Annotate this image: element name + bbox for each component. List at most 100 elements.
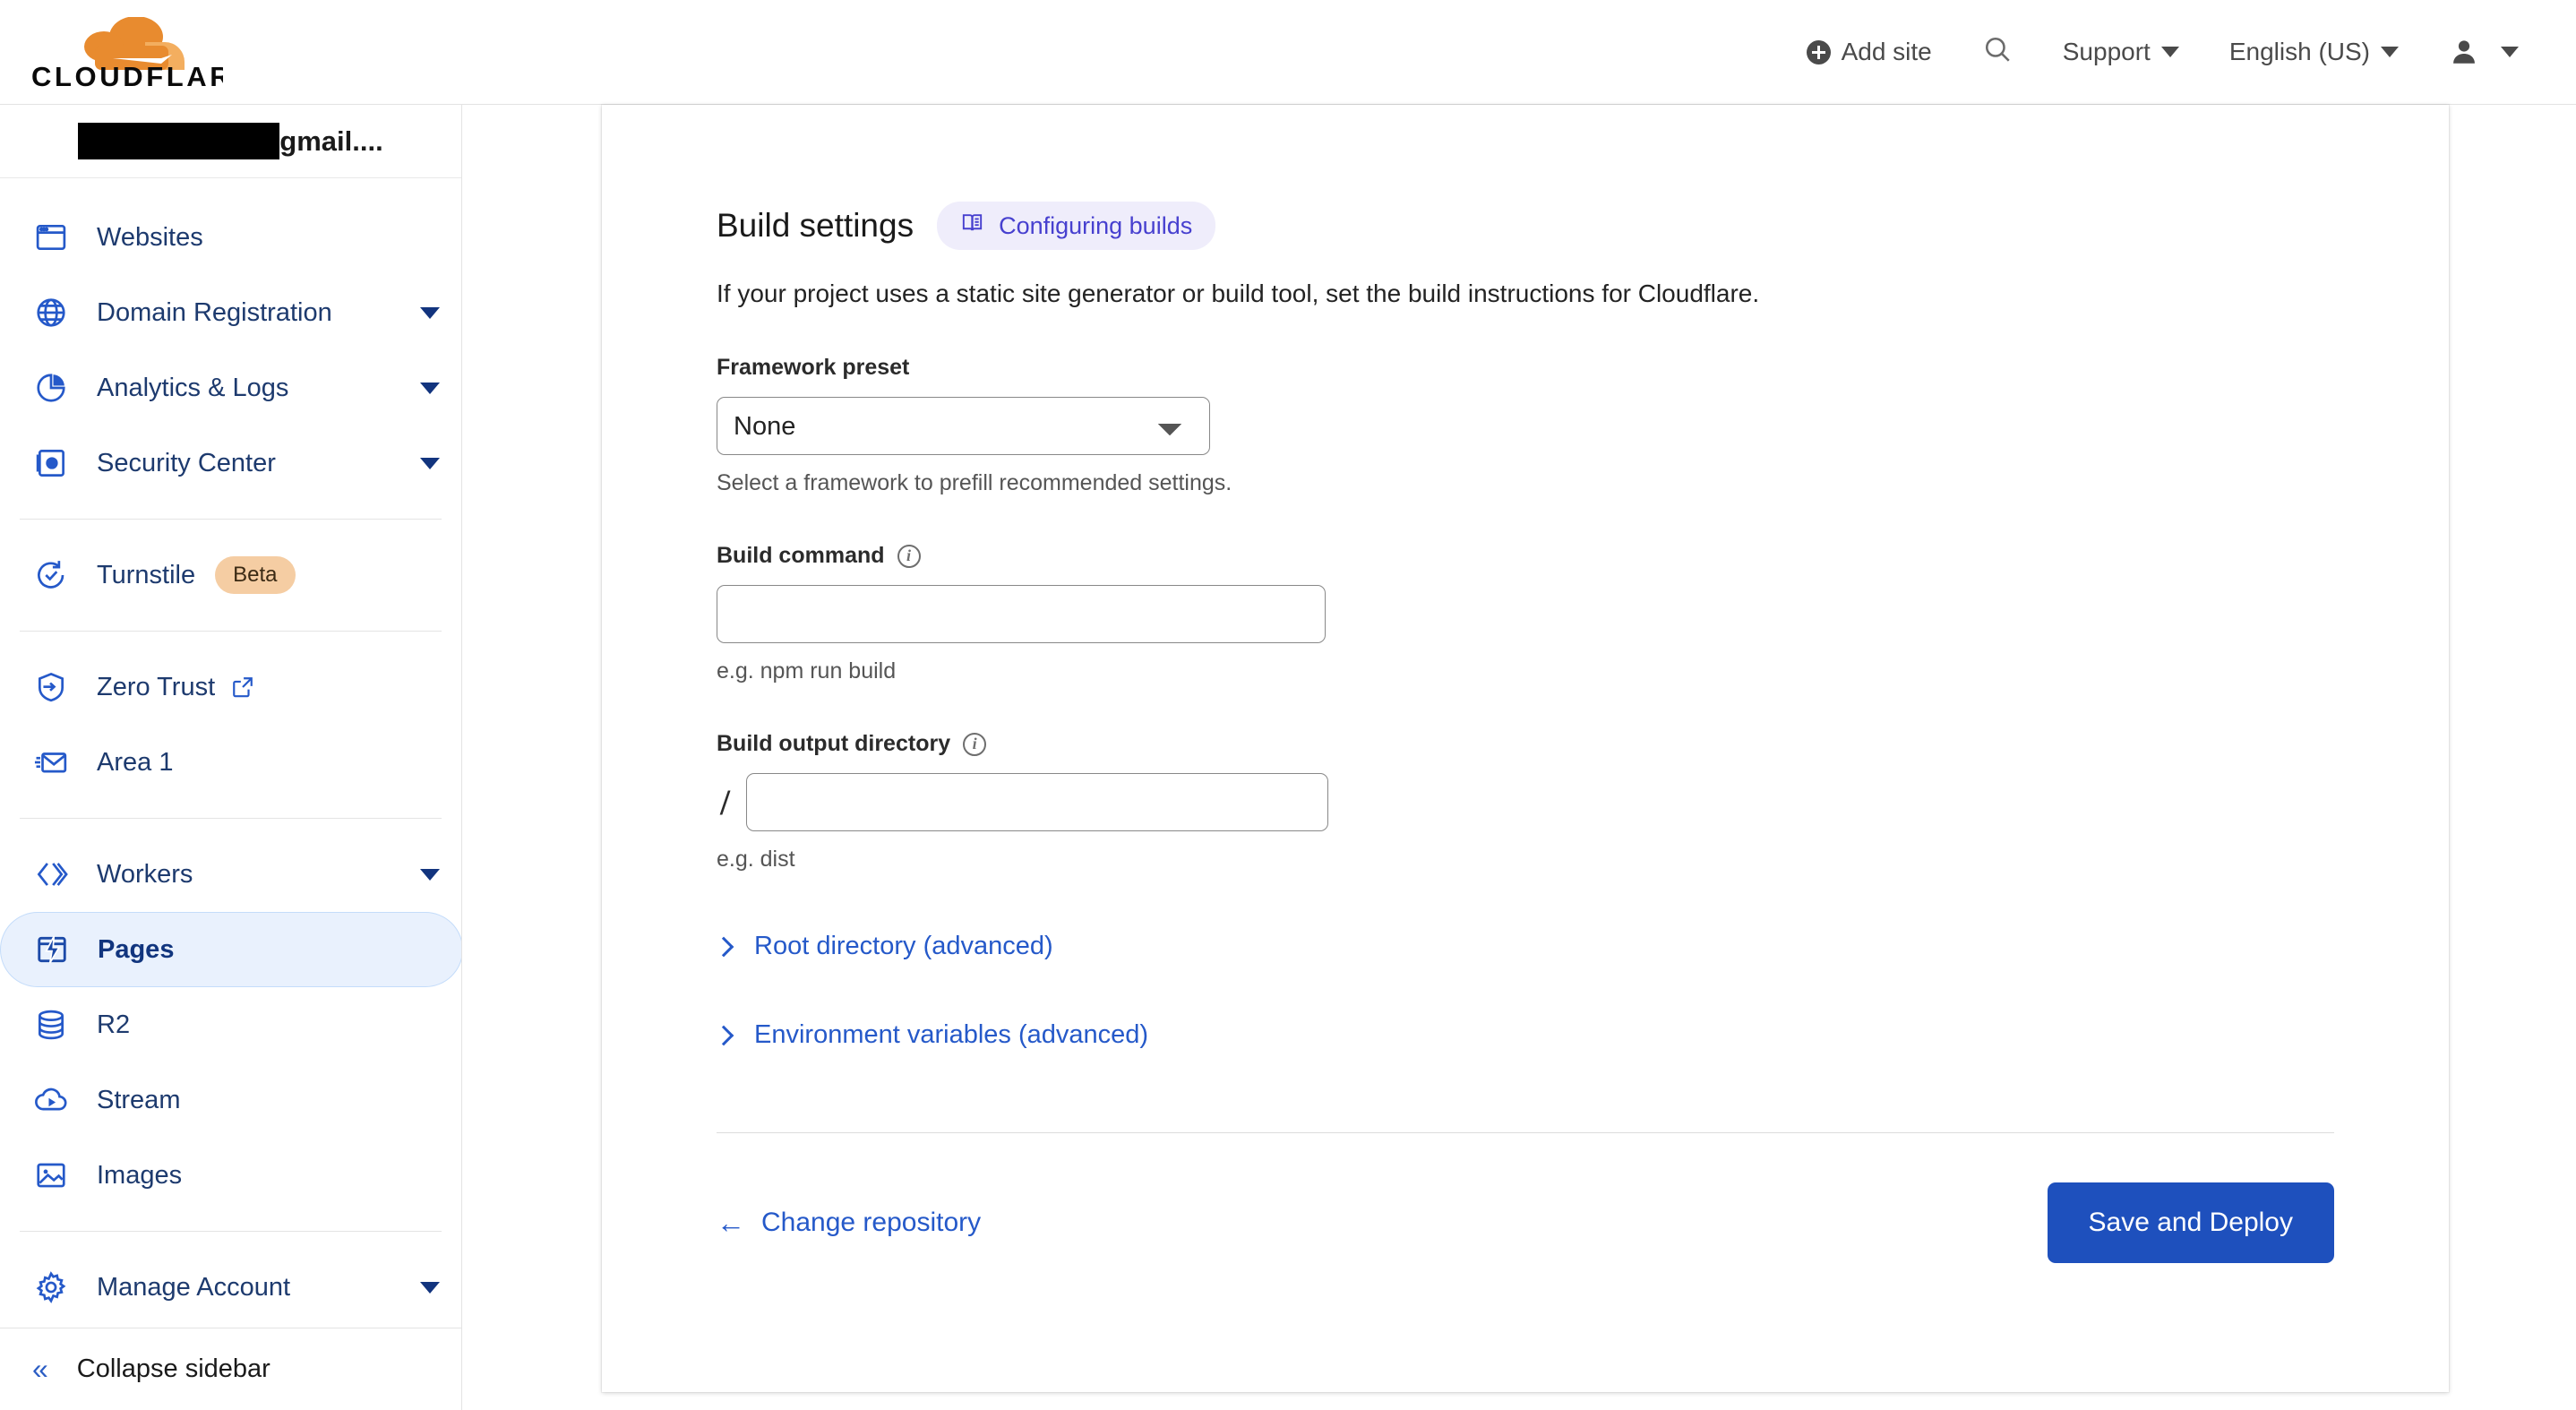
info-icon[interactable]: i [897,544,921,568]
cloud-play-icon [32,1081,70,1119]
sidebar-item-analytics-logs[interactable]: Analytics & Logs [0,350,461,426]
sidebar-item-images[interactable]: Images [0,1138,461,1213]
sidebar-item-manage-account[interactable]: Manage Account [0,1250,461,1325]
sidebar-item-websites[interactable]: Websites [0,200,461,275]
workers-brackets-icon [32,855,70,893]
svg-text:CLOUDFLARE: CLOUDFLARE [31,61,223,87]
build-output-directory-input[interactable] [746,773,1329,831]
sidebar-item-label: Security Center [97,448,276,477]
change-repository-label: Change repository [761,1208,982,1237]
change-repository-link[interactable]: ← Change repository [717,1208,981,1238]
sidebar-nav-list: Websites Domain Registration Analytics &… [0,178,461,1328]
environment-variables-expander[interactable]: Environment variables (advanced) [713,1020,1149,1050]
sidebar-divider [20,631,442,632]
chevron-down-icon [2381,47,2399,57]
framework-preset-label-text: Framework preset [717,355,910,380]
chevron-down-icon[interactable] [420,457,440,469]
image-icon [32,1156,70,1194]
language-menu[interactable]: English (US) [2204,38,2424,66]
sidebar-item-pages[interactable]: Pages [0,912,461,987]
sidebar-divider [20,1231,442,1232]
sidebar: gmail.... Websites Domain Registration A… [0,105,462,1410]
sidebar-item-domain-registration[interactable]: Domain Registration [0,275,461,350]
sidebar-item-area-1[interactable]: Area 1 [0,725,461,800]
configuring-builds-link[interactable]: Configuring builds [937,202,1216,250]
build-command-label: Build command i [717,543,2449,569]
collapse-sidebar-button[interactable]: « Collapse sidebar [0,1328,461,1410]
chevron-down-icon[interactable] [420,868,440,881]
framework-preset-field: Framework preset None Select a framework… [717,355,2449,496]
configuring-builds-label: Configuring builds [999,211,1193,239]
sidebar-item-label: Turnstile [97,560,196,589]
user-avatar-icon [2449,37,2479,67]
safe-vault-icon [32,444,70,482]
chevron-down-icon[interactable] [420,306,440,319]
search-icon [1982,34,2013,71]
sidebar-item-label: R2 [97,1010,131,1039]
page-title: Build settings [717,207,914,244]
rotate-check-icon [32,556,70,594]
top-navigation-bar: CLOUDFLARE Add site Support English (US) [0,0,2576,105]
root-directory-expander[interactable]: Root directory (advanced) [713,932,1053,961]
framework-preset-label: Framework preset [717,355,2449,381]
sidebar-item-label: Analytics & Logs [97,373,289,402]
sidebar-item-label: Websites [97,222,203,252]
account-menu[interactable] [2424,37,2544,67]
sidebar-divider [20,818,442,819]
book-icon [960,211,984,241]
sidebar-item-r2[interactable]: R2 [0,987,461,1062]
language-label: English (US) [2228,38,2370,65]
chevron-right-icon [713,1025,734,1045]
save-and-deploy-button[interactable]: Save and Deploy [2047,1182,2334,1263]
sidebar-item-label: Stream [97,1085,181,1114]
support-menu[interactable]: Support [2038,38,2204,66]
sidebar-item-stream[interactable]: Stream [0,1062,461,1138]
sidebar-item-label: Images [97,1160,183,1190]
sidebar-item-label: Pages [98,934,175,964]
sidebar-item-turnstile[interactable]: Turnstile Beta [0,537,461,613]
build-output-directory-hint: e.g. dist [717,847,795,872]
framework-preset-select[interactable]: None [717,397,1210,455]
sidebar-item-zero-trust[interactable]: Zero Trust [0,649,461,725]
gear-icon [32,1268,70,1306]
support-label: Support [2062,38,2151,65]
plus-circle-icon [1806,39,1831,64]
build-settings-header: Build settings Configuring builds [717,202,2449,250]
external-link-icon [231,675,254,699]
arrow-left-icon: ← [717,1207,745,1239]
database-icon [32,1006,70,1044]
chevron-right-icon [713,936,734,957]
environment-variables-label: Environment variables (advanced) [754,1020,1149,1049]
build-output-directory-field: Build output directory i / e.g. dist [717,731,2449,873]
top-nav-items: Add site Support English (US) [1782,34,2544,71]
build-command-label-text: Build command [717,543,885,568]
cloudflare-logo[interactable]: CLOUDFLARE [30,17,223,87]
build-command-field: Build command i e.g. npm run build [717,543,2449,684]
sidebar-item-label: Domain Registration [97,297,332,327]
pie-chart-icon [32,369,70,407]
sidebar-item-security-center[interactable]: Security Center [0,426,461,501]
globe-icon [32,294,70,331]
add-site-label: Add site [1841,38,1932,65]
sidebar-item-label: Workers [97,859,193,889]
build-command-hint: e.g. npm run build [717,658,897,684]
account-selector[interactable]: gmail.... [0,105,461,178]
build-output-directory-label: Build output directory i [717,731,2449,757]
add-site-button[interactable]: Add site [1782,38,1957,66]
sidebar-item-label: Area 1 [97,747,174,777]
chevron-down-icon [2160,47,2179,57]
sidebar-item-workers[interactable]: Workers [0,837,461,912]
card-footer-actions: ← Change repository Save and Deploy [717,1133,2334,1312]
account-name-suffix: gmail.... [279,125,383,157]
browser-window-icon [32,219,70,256]
search-button[interactable] [1957,34,2038,71]
build-settings-description: If your project uses a static site gener… [717,279,1760,307]
main-content-area: Build settings Configuring builds If you… [463,105,2576,1410]
info-icon[interactable]: i [963,732,987,756]
path-slash-prefix: / [720,782,731,822]
build-output-directory-label-text: Build output directory [717,731,951,756]
sidebar-divider [20,519,442,520]
chevron-down-icon[interactable] [420,1281,440,1294]
build-command-input[interactable] [717,585,1326,643]
chevron-down-icon[interactable] [420,382,440,394]
